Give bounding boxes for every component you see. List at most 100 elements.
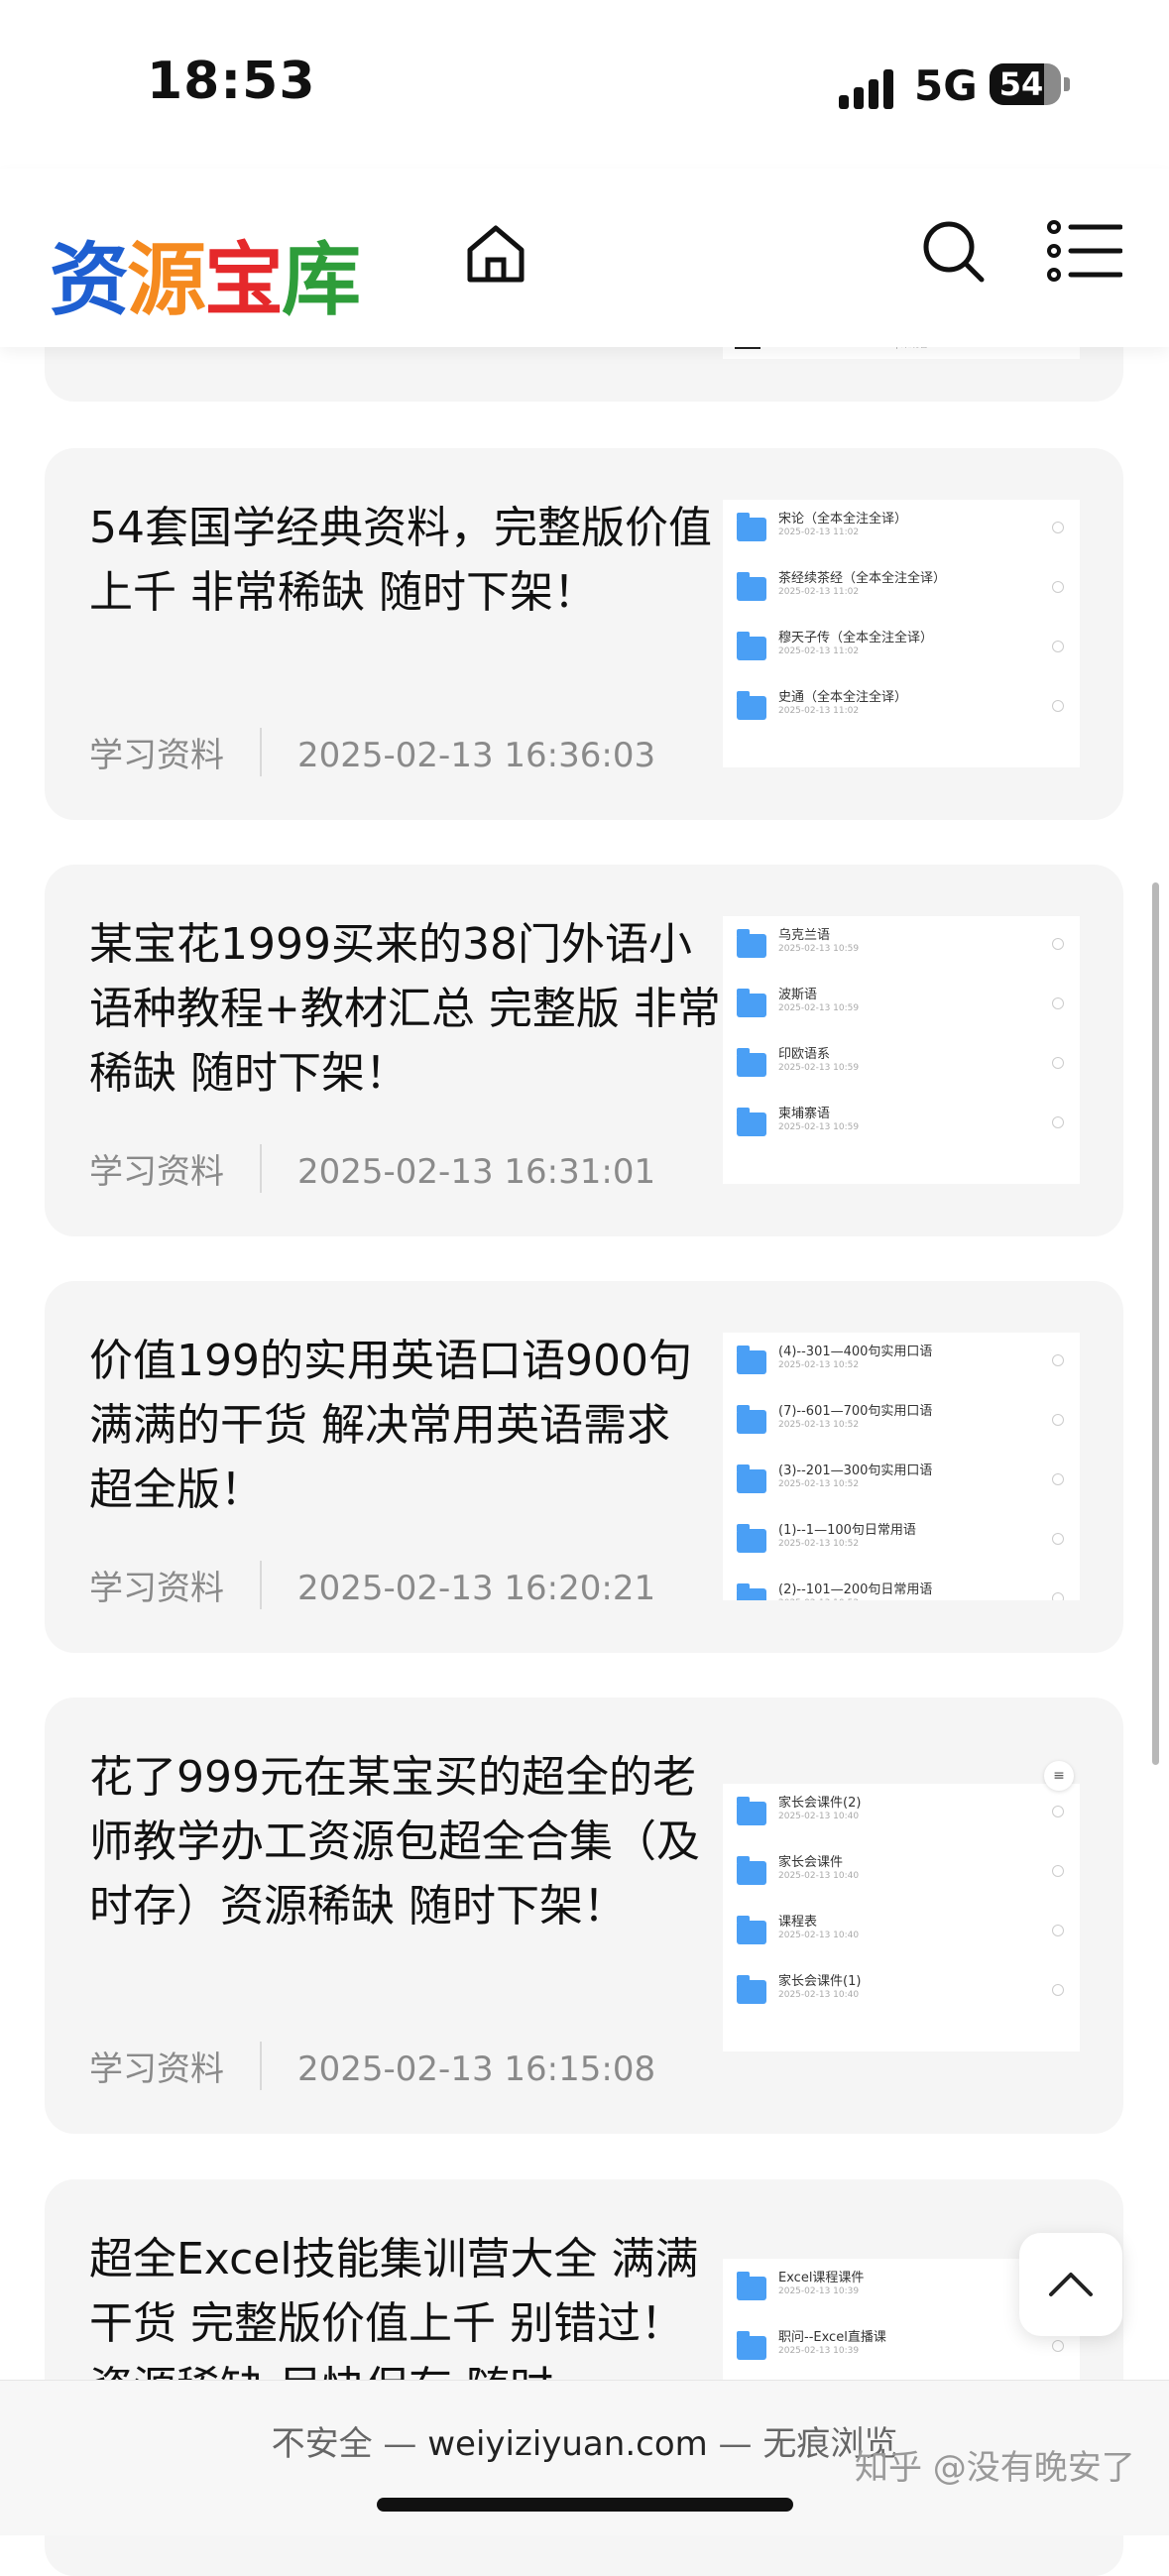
- file-name: 家长会课件(2): [778, 1796, 862, 1811]
- post-category[interactable]: 学习资料: [89, 2042, 262, 2090]
- post-title[interactable]: 某宝花1999买来的38门外语小语种教程+教材汇总 完整版 非常稀缺 随时下架！: [89, 912, 724, 1106]
- file-name: 家长会课件(1): [778, 1974, 862, 1989]
- file-row: (7)--601—700句实用口语 2025-02-13 10:52: [723, 1392, 1080, 1452]
- folder-icon: [737, 929, 766, 958]
- file-date: 2025-02-13 10:39: [778, 2286, 860, 2296]
- radio-icon: [1052, 1806, 1064, 1817]
- folder-icon: [737, 1797, 766, 1825]
- post-card[interactable]: 54套国学经典资料，完整版价值上千 非常稀缺 随时下架！ 学习资料 2025-02…: [45, 448, 1123, 820]
- file-row: 茶经续茶经（全本全注全译） 2025-02-13 11:02: [723, 559, 1080, 619]
- post-card[interactable]: 花了999元在某宝买的超全的老师教学办工资源包超全合集（及时存）资源稀缺 随时下…: [45, 1698, 1123, 2134]
- post-thumbnail: (4)--301—400句实用口语 2025-02-13 10:52 (7)--60…: [723, 1333, 1080, 1600]
- file-row: (2)--101—200句日常用语2025-02-13 10:52: [723, 1571, 1080, 1600]
- radio-icon: [1052, 1865, 1064, 1877]
- thumbnail-badge: ≡: [1044, 1761, 1074, 1791]
- file-date: 2025-02-13 10:39: [778, 2346, 860, 2356]
- radio-icon: [1052, 1116, 1064, 1128]
- browser-bottom-bar: 不安全 — weiyiziyuan.com — 无痕浏览 知乎 @没有晚安了: [0, 2380, 1169, 2535]
- home-icon[interactable]: [462, 220, 529, 288]
- file-date: 2025-02-13 11:02: [778, 587, 860, 597]
- post-title[interactable]: 花了999元在某宝买的超全的老师教学办工资源包超全合集（及时存）资源稀缺 随时下…: [89, 1745, 724, 1938]
- file-date: 2025-02-13 10:40: [778, 1812, 860, 1821]
- post-thumbnail: 家长会课件(2) 2025-02-13 10:40 家长会课件 2025-02-13 …: [723, 1784, 1080, 2051]
- network-label: 5G: [914, 61, 978, 110]
- folder-icon: [737, 1856, 766, 1885]
- post-thumbnail: 宋论（全本全注全译） 2025-02-13 11:02 茶经续茶经（全本全注全译） 2…: [723, 500, 1080, 767]
- post-meta: 学习资料 2025-02-13 16:31:01: [89, 1144, 655, 1193]
- file-date: 2025-02-13 10:59: [778, 1003, 860, 1013]
- menu-icon[interactable]: [1047, 220, 1122, 282]
- folder-icon: [737, 691, 766, 720]
- post-card[interactable]: 某宝花1999买来的38门外语小语种教程+教材汇总 完整版 非常稀缺 随时下架！…: [45, 865, 1123, 1236]
- logo-char: 库: [282, 234, 361, 326]
- file-date: 2025-02-13 10:52: [778, 1539, 860, 1549]
- file-date: 2025-02-13 10:40: [778, 1931, 860, 1940]
- file-row: 史通（全本全注全译） 2025-02-13 11:02: [723, 678, 1080, 738]
- folder-icon: [737, 2272, 766, 2300]
- radio-icon: [1052, 1414, 1064, 1426]
- radio-icon: [1052, 1057, 1064, 1069]
- file-name: Excel课程课件: [778, 2271, 865, 2285]
- file-date: 2025-02-13 10:59: [778, 944, 860, 954]
- folder-icon: [737, 1346, 766, 1374]
- folder-icon: [737, 1464, 766, 1493]
- file-date: 2025-02-13 10:40: [778, 1871, 860, 1881]
- radio-icon: [1052, 1984, 1064, 1996]
- post-time: 2025-02-13 16:36:03: [297, 736, 656, 775]
- security-label: 不安全 —: [271, 2424, 428, 2464]
- signal-icon: [839, 65, 898, 109]
- file-name: 柬埔寨语: [778, 1107, 831, 1121]
- back-to-top-button[interactable]: [1019, 2233, 1122, 2336]
- file-date: 2025-02-13 11:02: [778, 646, 860, 656]
- status-time: 18:53: [147, 52, 316, 111]
- site-header: 资源宝库: [0, 169, 1169, 347]
- folder-icon: [737, 1975, 766, 2004]
- site-logo[interactable]: 资源宝库: [50, 216, 361, 331]
- file-date: 2025-02-13 10:52: [778, 1420, 860, 1430]
- file-row: 家长会课件(2) 2025-02-13 10:40: [723, 1784, 1080, 1843]
- file-name: (1)--1—100句日常用语: [778, 1523, 916, 1538]
- file-date: 2025-02-13 10:59: [778, 1063, 860, 1073]
- file-row: 穆天子传（全本全注全译） 2025-02-13 11:02: [723, 619, 1080, 678]
- post-category[interactable]: 学习资料: [89, 1144, 262, 1193]
- post-title[interactable]: 54套国学经典资料，完整版价值上千 非常稀缺 随时下架！: [89, 496, 724, 625]
- file-row: 波斯语 2025-02-13 10:59: [723, 976, 1080, 1035]
- post-category[interactable]: 学习资料: [89, 728, 262, 776]
- radio-icon: [1052, 938, 1064, 950]
- search-icon[interactable]: [920, 218, 986, 284]
- post-time: 2025-02-13 16:15:08: [297, 2049, 656, 2089]
- file-row: 柬埔寨语 2025-02-13 10:59: [723, 1095, 1080, 1154]
- folder-icon: [737, 1405, 766, 1434]
- file-row: (3)--201—300句实用口语 2025-02-13 10:52: [723, 1452, 1080, 1511]
- radio-icon: [1052, 581, 1064, 593]
- radio-icon: [1052, 522, 1064, 533]
- home-indicator: [377, 2498, 793, 2512]
- folder-icon: [737, 1916, 766, 1944]
- file-name: 波斯语: [778, 988, 818, 1002]
- folder-icon: [737, 1048, 766, 1077]
- file-name: 家长会课件: [778, 1855, 844, 1870]
- page-scrollbar[interactable]: [1152, 882, 1159, 1765]
- post-meta: 学习资料 2025-02-13 16:36:03: [89, 728, 655, 776]
- file-row: 课程表 2025-02-13 10:40: [723, 1903, 1080, 1962]
- file-name: 穆天子传（全本全注全译）: [778, 631, 934, 645]
- folder-icon: [737, 1108, 766, 1136]
- post-card[interactable]: 价值199的实用英语口语900句 满满的干货 解决常用英语需求 超全版！ 学习资…: [45, 1281, 1123, 1653]
- folder-icon: [737, 2331, 766, 2360]
- post-title[interactable]: 价值199的实用英语口语900句 满满的干货 解决常用英语需求 超全版！: [89, 1329, 724, 1522]
- radio-icon: [1052, 997, 1064, 1009]
- folder-icon: [737, 1583, 766, 1600]
- post-time: 2025-02-13 16:31:01: [297, 1152, 656, 1192]
- file-name: 宋论（全本全注全译）: [778, 512, 908, 527]
- logo-char: 资: [50, 234, 129, 326]
- file-name: 史通（全本全注全译）: [778, 690, 908, 705]
- file-row: 家长会课件(1) 2025-02-13 10:40: [723, 1962, 1080, 2022]
- file-row: (4)--301—400句实用口语 2025-02-13 10:52: [723, 1333, 1080, 1392]
- post-category[interactable]: 学习资料: [89, 1561, 262, 1609]
- post-time: 2025-02-13 16:20:21: [297, 1569, 656, 1608]
- folder-icon: [737, 572, 766, 601]
- folder-icon: [737, 1524, 766, 1553]
- battery-level: 54: [998, 65, 1044, 103]
- radio-icon: [1052, 1925, 1064, 1936]
- file-row: 乌克兰语 2025-02-13 10:59: [723, 916, 1080, 976]
